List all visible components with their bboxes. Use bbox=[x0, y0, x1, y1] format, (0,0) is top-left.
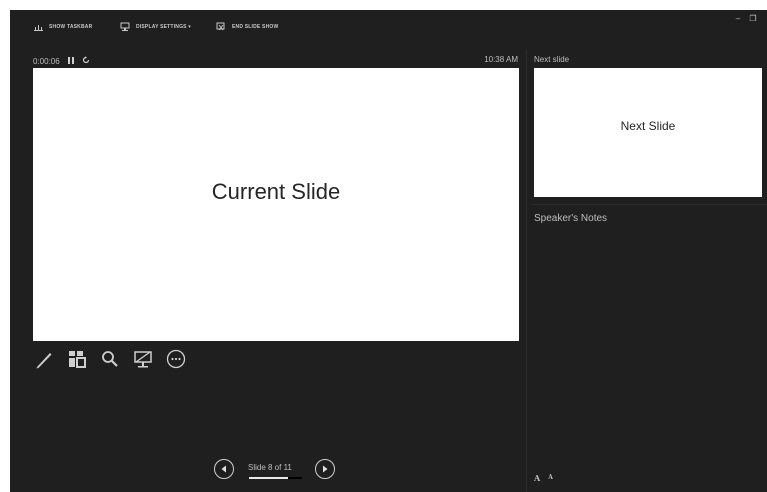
next-slide-button[interactable] bbox=[315, 459, 335, 479]
restart-timer-icon[interactable] bbox=[82, 56, 90, 66]
arrow-left-icon bbox=[221, 465, 226, 473]
increase-font-button[interactable]: A bbox=[534, 473, 540, 483]
speaker-notes[interactable]: Speaker's Notes bbox=[534, 213, 607, 224]
minimize-button[interactable]: – bbox=[732, 14, 744, 24]
clock: 10:38 AM bbox=[484, 55, 518, 64]
presenter-tools bbox=[33, 344, 187, 374]
notes-divider[interactable] bbox=[532, 204, 767, 205]
pen-icon[interactable] bbox=[33, 348, 55, 370]
slide-progress-fill bbox=[249, 477, 288, 479]
slide-progress-bar bbox=[249, 477, 302, 479]
taskbar-icon bbox=[34, 23, 43, 32]
zoom-icon[interactable] bbox=[99, 348, 121, 370]
slide-counter[interactable]: Slide 8 of 11 bbox=[248, 463, 292, 472]
current-slide-text: Current Slide bbox=[211, 179, 341, 204]
display-settings-label: DISPLAY SETTINGS ▾ bbox=[136, 24, 192, 30]
monitor-icon bbox=[120, 22, 130, 32]
notes-font-controls: A A bbox=[534, 473, 553, 483]
timer: 0:00:06 bbox=[33, 55, 90, 67]
end-show-icon bbox=[216, 22, 226, 32]
restore-button[interactable]: ❐ bbox=[747, 14, 759, 24]
black-screen-icon[interactable] bbox=[132, 348, 154, 370]
pane-divider[interactable] bbox=[526, 50, 527, 492]
next-slide-text: Next Slide bbox=[620, 118, 676, 133]
next-slide-label: Next slide bbox=[534, 55, 570, 64]
next-slide-preview[interactable]: Next Slide bbox=[534, 68, 762, 197]
show-taskbar-label: SHOW TASKBAR bbox=[49, 24, 93, 30]
end-slide-show-button[interactable]: END SLIDE SHOW bbox=[216, 21, 278, 33]
previous-slide-button[interactable] bbox=[214, 459, 234, 479]
arrow-right-icon bbox=[323, 465, 328, 473]
presenter-view: SHOW TASKBAR DISPLAY SETTINGS ▾ END SLID… bbox=[10, 10, 767, 492]
display-settings-button[interactable]: DISPLAY SETTINGS ▾ bbox=[120, 21, 191, 33]
top-toolbar: SHOW TASKBAR DISPLAY SETTINGS ▾ END SLID… bbox=[10, 10, 767, 42]
slide-navigation: Slide 8 of 11 bbox=[214, 457, 344, 483]
more-options-icon[interactable] bbox=[165, 348, 187, 370]
decrease-font-button[interactable]: A bbox=[548, 474, 553, 483]
end-slide-show-label: END SLIDE SHOW bbox=[232, 24, 279, 30]
elapsed-time: 0:00:06 bbox=[33, 56, 60, 66]
pause-timer-icon[interactable] bbox=[67, 56, 74, 66]
current-slide[interactable]: Current Slide bbox=[33, 68, 519, 341]
see-all-slides-icon[interactable] bbox=[66, 348, 88, 370]
show-taskbar-button[interactable]: SHOW TASKBAR bbox=[34, 21, 92, 33]
